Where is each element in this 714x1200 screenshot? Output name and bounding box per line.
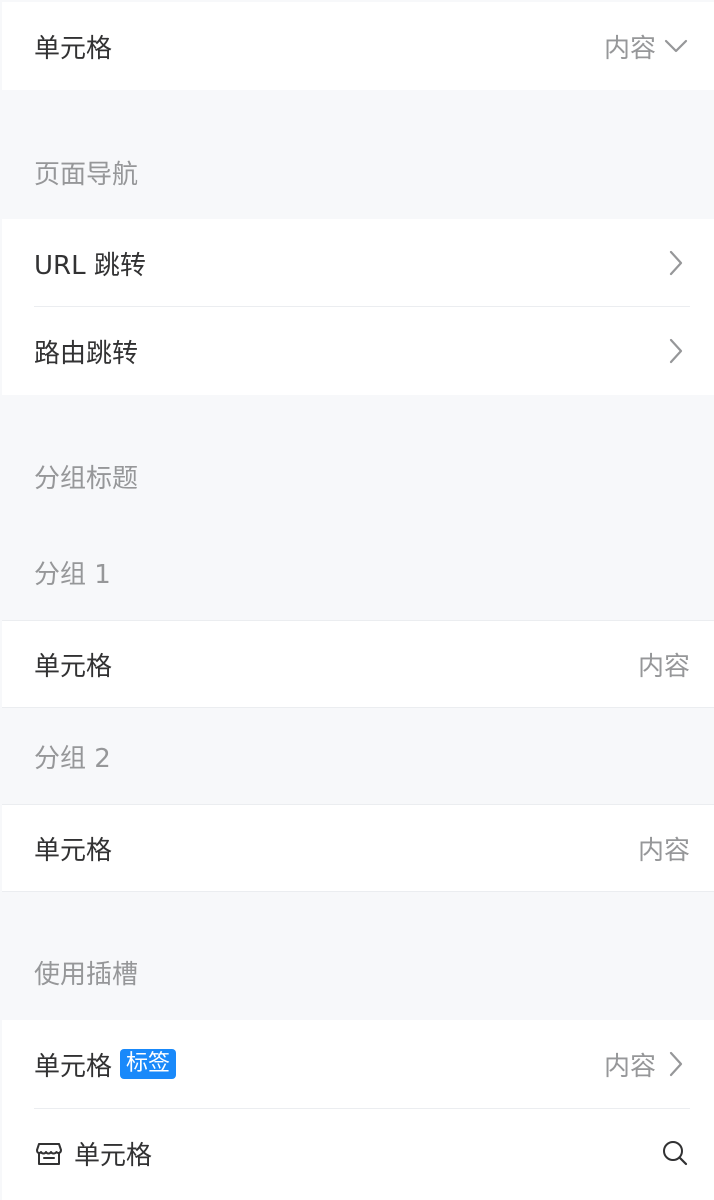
cell-route-jump[interactable]: 路由跳转 — [2, 307, 714, 395]
top-cell-group: 单元格 内容 — [2, 2, 714, 90]
slot-cell-icon[interactable]: 单元格 — [2, 1109, 714, 1197]
slot-cell-tag[interactable]: 单元格 标签 内容 — [2, 1020, 714, 1108]
top-cell-title: 单元格 — [34, 33, 113, 64]
top-cell-right: 内容 — [604, 28, 690, 65]
nav-group: URL 跳转 路由跳转 — [2, 219, 714, 395]
group-2-cell-title: 单元格 — [34, 835, 113, 866]
chevron-right-icon — [662, 337, 690, 365]
cell-url-jump[interactable]: URL 跳转 — [2, 219, 714, 307]
page: 单元格 内容 页面导航 URL 跳转 路由跳转 分组标题 分组 1 单元格 内容… — [0, 0, 714, 1200]
top-cell[interactable]: 单元格 内容 — [2, 2, 714, 90]
group-2-cell[interactable]: 单元格 内容 — [2, 805, 714, 891]
slot-cell-tag-value: 内容 — [603, 1051, 656, 1082]
shop-icon — [34, 1138, 64, 1168]
group-2-title: 分组 2 — [34, 744, 111, 774]
slot-group-title: 使用插槽 — [34, 960, 139, 990]
tag-badge: 标签 — [120, 1049, 177, 1079]
group-1: 单元格 内容 — [2, 620, 714, 708]
search-icon[interactable] — [660, 1138, 690, 1168]
slot-cell-icon-left: 单元格 — [34, 1135, 152, 1172]
chevron-right-icon — [662, 249, 690, 277]
slot-cell-tag-right: 内容 — [604, 1046, 690, 1083]
group-1-title: 分组 1 — [34, 560, 111, 590]
slot-cell-tag-title: 单元格 — [34, 1051, 113, 1082]
slot-cell-tag-left: 单元格 标签 — [34, 1046, 177, 1083]
group-2: 单元格 内容 — [2, 804, 714, 892]
cell-route-jump-title: 路由跳转 — [34, 338, 139, 369]
top-cell-value: 内容 — [603, 33, 656, 64]
cell-url-jump-title: URL 跳转 — [34, 250, 146, 281]
group-title-section-title: 分组标题 — [34, 464, 139, 494]
group-2-cell-value: 内容 — [637, 835, 690, 866]
slot-group: 单元格 标签 内容 单元格 — [2, 1020, 714, 1200]
nav-group-title: 页面导航 — [34, 160, 139, 190]
group-1-cell-title: 单元格 — [34, 651, 113, 682]
slot-cell-icon-title: 单元格 — [74, 1140, 153, 1171]
chevron-right-icon — [662, 1050, 690, 1078]
group-1-cell-value: 内容 — [637, 651, 690, 682]
chevron-down-icon — [662, 32, 690, 60]
group-1-cell[interactable]: 单元格 内容 — [2, 621, 714, 707]
